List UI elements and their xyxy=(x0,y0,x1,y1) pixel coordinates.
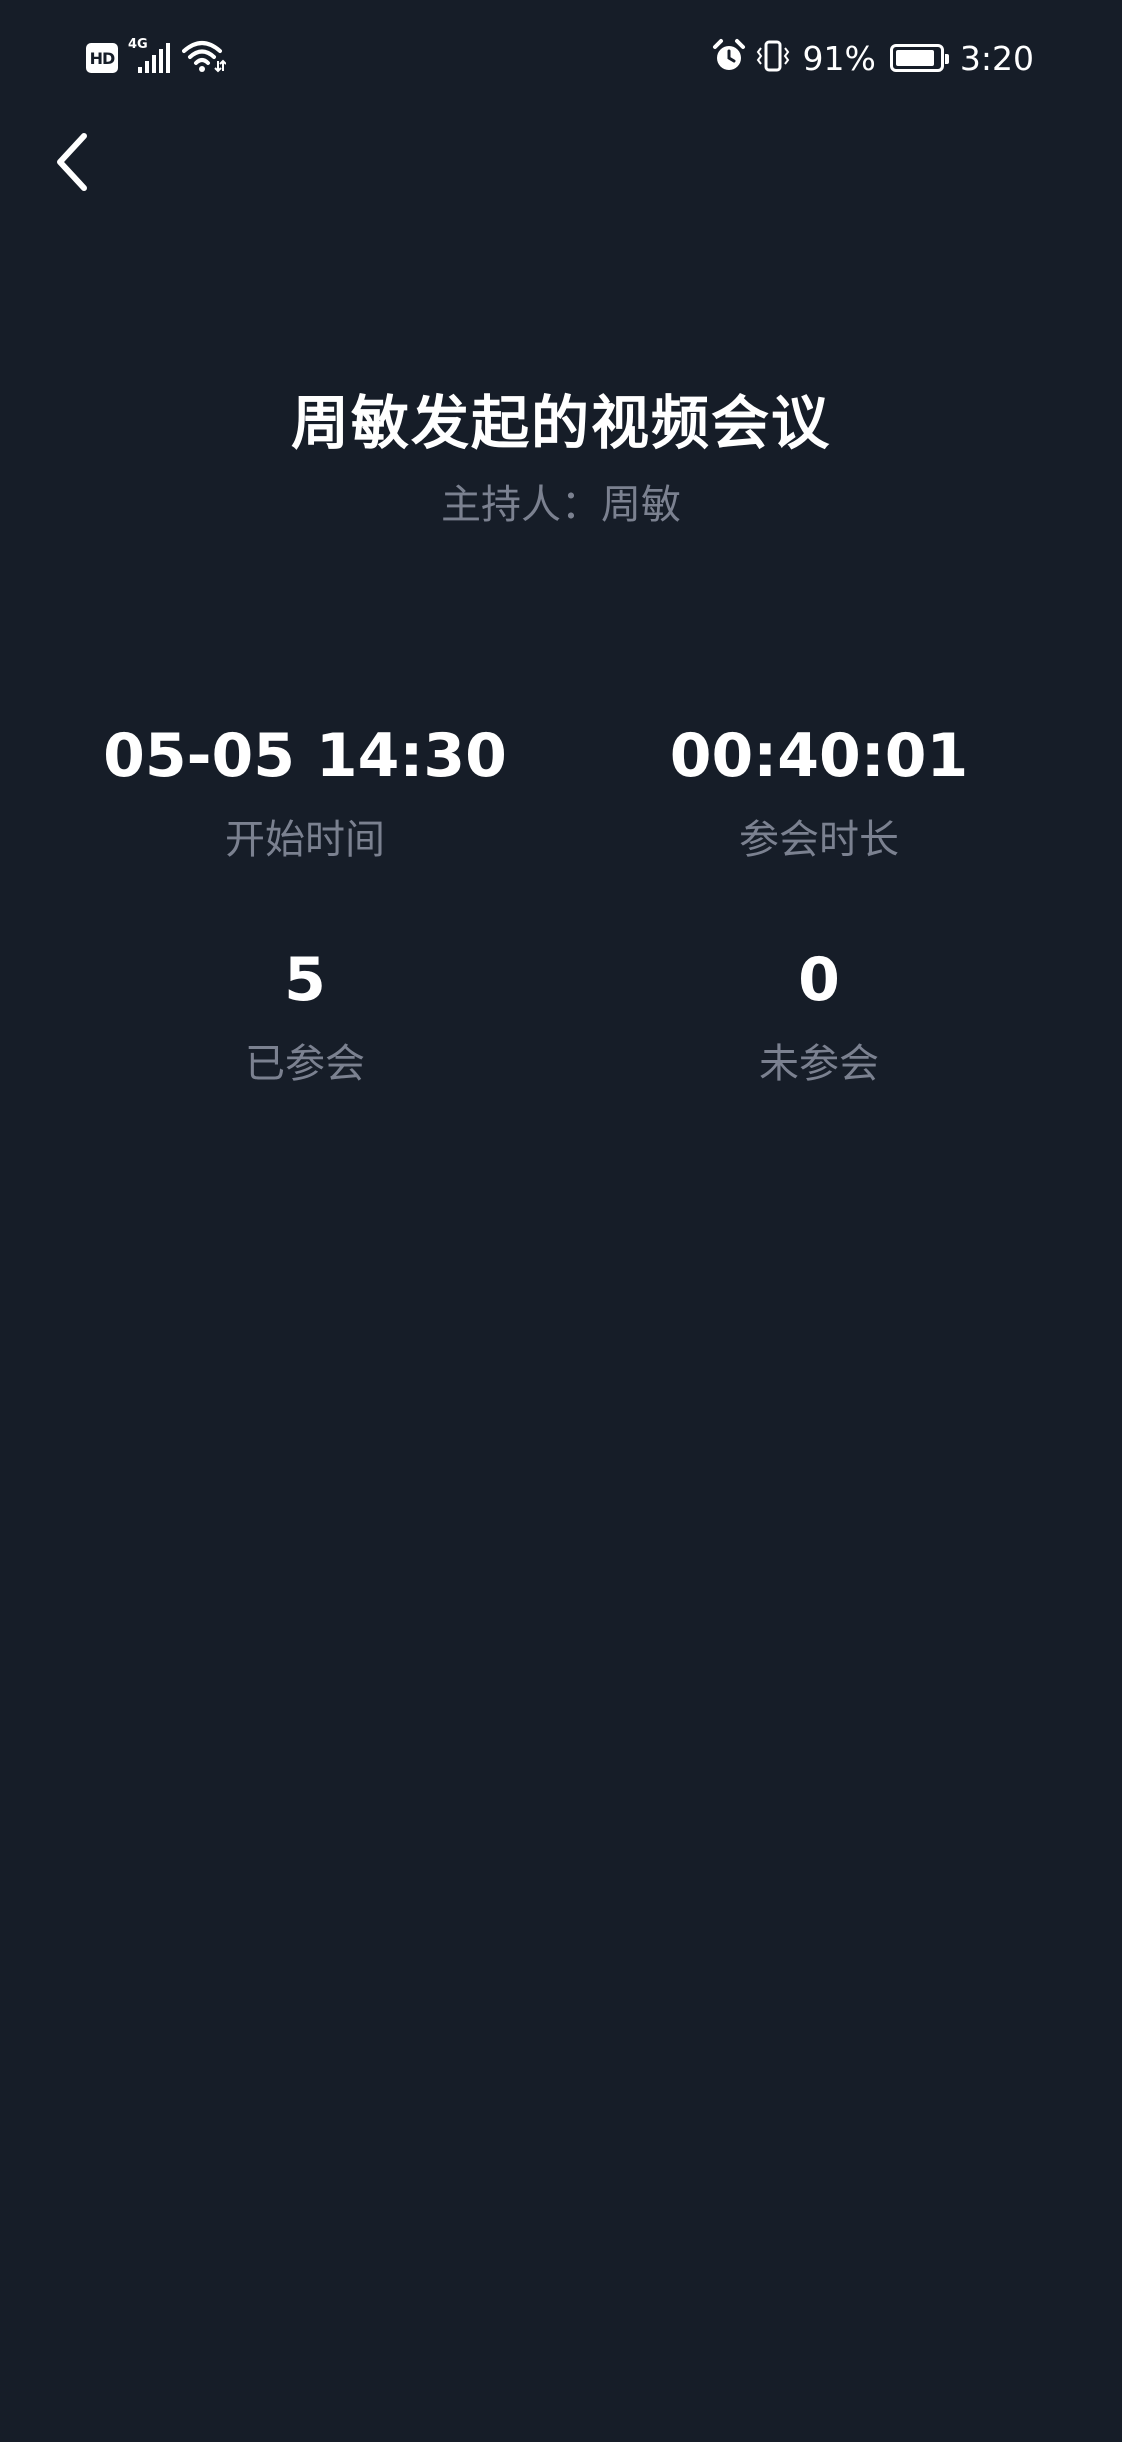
status-left-group: HD 4G xyxy=(86,37,227,78)
meeting-title: 周敏发起的视频会议 xyxy=(290,389,831,457)
vibrate-icon xyxy=(755,38,791,78)
stat-start-time: 05-05 14:30 开始时间 xyxy=(45,716,565,870)
alarm-icon xyxy=(711,38,747,78)
stat-joined: 5 已参会 xyxy=(45,940,565,1094)
start-time-value: 05-05 14:30 xyxy=(103,721,507,791)
joined-count-label: 已参会 xyxy=(245,1041,365,1087)
stat-duration: 00:40:01 参会时长 xyxy=(559,716,1079,870)
duration-label: 参会时长 xyxy=(739,817,899,863)
signal-icon: 4G xyxy=(128,37,172,75)
start-time-label: 开始时间 xyxy=(225,817,385,863)
status-right-group: 91% 3:20 xyxy=(711,36,1034,80)
hd-icon: HD xyxy=(86,43,118,73)
battery-icon xyxy=(889,44,949,72)
status-bar: HD 4G 91% 3:20 xyxy=(0,0,1122,116)
not-joined-count-value: 0 xyxy=(798,945,840,1015)
not-joined-count-label: 未参会 xyxy=(759,1041,879,1087)
status-time: 3:20 xyxy=(959,38,1034,78)
stat-not-joined: 0 未参会 xyxy=(559,940,1079,1094)
back-button[interactable] xyxy=(40,120,104,204)
chevron-left-icon xyxy=(57,133,87,191)
battery-level-fill xyxy=(895,50,934,66)
battery-percent: 91% xyxy=(802,38,876,78)
wifi-icon xyxy=(182,39,227,77)
joined-count-value: 5 xyxy=(284,945,326,1015)
meeting-host: 主持人：周敏 xyxy=(441,482,681,528)
battery-tip xyxy=(944,54,949,64)
duration-value: 00:40:01 xyxy=(669,721,969,791)
